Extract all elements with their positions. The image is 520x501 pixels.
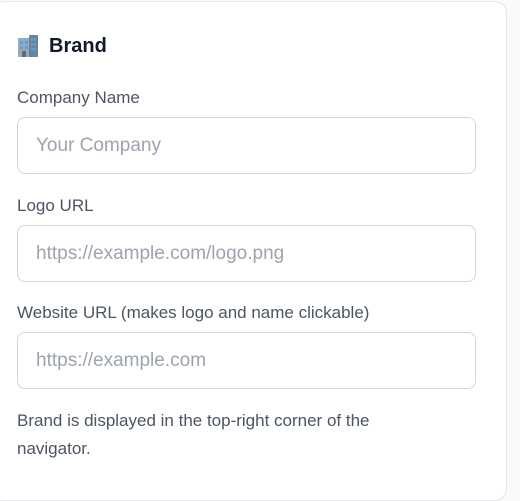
brand-settings-card: Brand Company Name Logo URL Website URL … <box>0 1 507 501</box>
company-name-label: Company Name <box>17 88 140 107</box>
section-title: Brand <box>49 34 107 57</box>
office-building-icon <box>17 34 39 58</box>
website-url-input[interactable] <box>17 332 476 389</box>
brand-help-text: Brand is displayed in the top-right corn… <box>17 411 370 458</box>
logo-url-label: Logo URL <box>17 196 94 215</box>
website-url-label: Website URL (makes logo and name clickab… <box>17 303 370 322</box>
brand-section-header: Brand <box>17 32 107 60</box>
logo-url-input[interactable] <box>17 225 476 282</box>
company-name-input[interactable] <box>17 117 476 174</box>
